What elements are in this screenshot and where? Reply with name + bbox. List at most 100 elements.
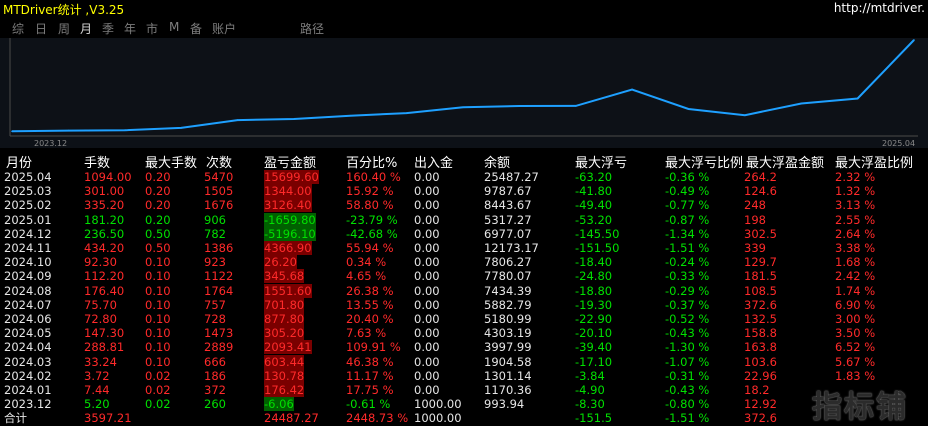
cell-pct: 4.65 % (346, 269, 387, 284)
cell-count: 1473 (204, 326, 234, 341)
cell-maxgainpct: 1.68 % (835, 255, 876, 270)
cell-pl: 26.20 (264, 255, 297, 270)
cell-flow: 0.00 (414, 212, 440, 227)
cell-maxlosspct: -1.51 % (665, 241, 710, 255)
cell-maxgain: 181.5 (744, 269, 777, 284)
table-row: 2024.09 112.20 0.10 1122 345.68 4.65 % 0.00 778… (0, 269, 928, 284)
cell-pl: 4366.90 (264, 241, 312, 255)
cell-month: 2024.04 (4, 340, 52, 355)
balance-point-2024.09 (518, 105, 521, 107)
table-row: 2025.02 335.20 0.20 1676 3126.40 58.80 % 0.00 8… (0, 198, 928, 213)
cell-maxlosspct: -1.34 % (665, 226, 710, 241)
header-max-lots: 最大手数 (145, 156, 198, 171)
cell-count: 923 (204, 255, 226, 270)
table-row: 2024.08 176.40 0.10 1764 1551.60 26.38 % 0.00 7… (0, 283, 928, 299)
cell-maxgain: 12.92 (744, 397, 777, 412)
cell-lots: 236.50 (84, 226, 125, 241)
cell-pct: -23.79 % (346, 212, 398, 227)
cell-maxlots: 0.10 (145, 297, 171, 312)
cell-flow: 0.00 (414, 312, 440, 326)
cell-maxloss: -8.30 (575, 397, 605, 412)
cell-month: 2024.06 (4, 312, 52, 326)
cell-month: 2024.03 (4, 354, 52, 369)
cell-count: 5470 (204, 170, 234, 184)
cell-maxlosspct: -0.36 % (665, 170, 710, 184)
cell-month: 2024.10 (4, 255, 52, 270)
cell-lots: 434.20 (84, 241, 125, 255)
cell-pct: 20.40 % (346, 312, 394, 326)
cell-month: 2024.02 (4, 368, 52, 383)
total-label: 合计 (4, 411, 27, 426)
cell-pl: 701.80 (264, 297, 305, 312)
cell-lots: 288.81 (84, 340, 125, 355)
cell-pct: 7.63 % (346, 326, 387, 341)
cell-maxlots: 0.10 (145, 269, 171, 284)
tab-market[interactable]: 市 (146, 20, 158, 37)
cell-balance: 1904.58 (484, 354, 532, 369)
tab-m[interactable]: M (169, 20, 179, 34)
cell-pl: 3126.40 (264, 198, 312, 213)
cell-flow: 0.00 (414, 170, 440, 184)
tab-month[interactable]: 月 (80, 20, 92, 37)
tab-account[interactable]: 账户 (212, 20, 236, 37)
cell-maxgainpct: 2.64 % (835, 226, 876, 241)
tab-day[interactable]: 日 (35, 20, 47, 37)
cell-lots: 112.20 (84, 269, 125, 284)
cell-maxloss: -19.30 (575, 297, 613, 312)
cell-count: 2889 (204, 340, 234, 355)
cell-maxgainpct: 6.52 % (835, 340, 876, 355)
cell-lots: 92.30 (84, 255, 117, 270)
tab-summary[interactable]: 综 (12, 20, 24, 37)
cell-maxgainpct: 1.32 % (835, 184, 876, 199)
cell-pl: 345.68 (264, 269, 305, 284)
cell-maxloss: -63.20 (575, 170, 613, 184)
balance-point-2024.03 (180, 127, 182, 129)
cell-maxgainpct: 2.55 % (835, 212, 876, 227)
cell-maxgainpct: 2.32 % (835, 170, 876, 184)
cell-count: 666 (204, 354, 226, 369)
cell-maxgainpct: 3.38 % (835, 241, 876, 255)
tab-week[interactable]: 周 (58, 20, 70, 37)
table-row: 2023.12 5.20 0.02 260 -6.06 -0.61 % 1000.00 993… (0, 397, 928, 412)
cell-pct: 55.94 % (346, 241, 394, 255)
cell-pl: 176.42 (264, 383, 305, 397)
cell-maxgain: 264.2 (744, 170, 777, 184)
balance-point-2024.12 (687, 108, 690, 110)
table-row: 2024.06 72.80 0.10 728 877.80 20.40 % 0.00 5180… (0, 312, 928, 327)
cell-maxgain: 18.2 (744, 383, 770, 397)
tab-year[interactable]: 年 (124, 20, 136, 37)
cell-maxloss: -18.80 (575, 283, 613, 298)
cell-maxgain: 108.5 (744, 283, 777, 298)
cell-maxgainpct: 1.74 % (835, 283, 876, 298)
cell-maxgain: 103.6 (744, 354, 777, 369)
cell-maxloss: -18.40 (575, 255, 613, 270)
cell-month: 2024.01 (4, 383, 52, 397)
cell-maxgain: 22.96 (744, 368, 777, 383)
cell-maxlots: 0.20 (145, 170, 171, 184)
cell-flow: 0.00 (414, 269, 440, 284)
header-month: 月份 (6, 156, 33, 171)
cell-balance: 993.94 (484, 397, 525, 412)
cell-balance: 7806.27 (484, 255, 532, 270)
tab-path[interactable]: 路径 (300, 20, 324, 37)
table-row: 2025.03 301.00 0.20 1505 1344.00 15.92 % 0.00 9… (0, 184, 928, 199)
tab-quarter[interactable]: 季 (102, 20, 114, 37)
total-pct: 2448.73 % (346, 411, 409, 426)
total-pl: 24487.27 (264, 411, 319, 426)
tab-note[interactable]: 备 (190, 20, 202, 37)
cell-maxgain: 339 (744, 241, 766, 255)
cell-month: 2024.05 (4, 326, 52, 341)
cell-pct: 17.75 % (346, 383, 394, 397)
website-link[interactable]: http://mtdriver. (834, 1, 925, 15)
cell-maxlots: 0.02 (145, 368, 171, 383)
table-row: 2024.10 92.30 0.10 923 26.20 0.34 % 0.00 7806.2… (0, 255, 928, 270)
cell-count: 372 (204, 383, 226, 397)
cell-flow: 0.00 (414, 283, 440, 298)
cell-maxloss: -41.80 (575, 184, 613, 199)
table-row: 2024.11 434.20 0.50 1386 4366.90 55.94 % 0.00 1… (0, 241, 928, 256)
chart-x-start-label: 2023.12 (34, 139, 67, 148)
table-row: 2024.12 236.50 0.50 782 -5196.10 -42.68 % 0.00… (0, 226, 928, 242)
cell-maxlosspct: -0.80 % (665, 397, 710, 412)
cell-month: 2024.08 (4, 283, 52, 298)
cell-maxgainpct: 5.67 % (835, 354, 876, 369)
